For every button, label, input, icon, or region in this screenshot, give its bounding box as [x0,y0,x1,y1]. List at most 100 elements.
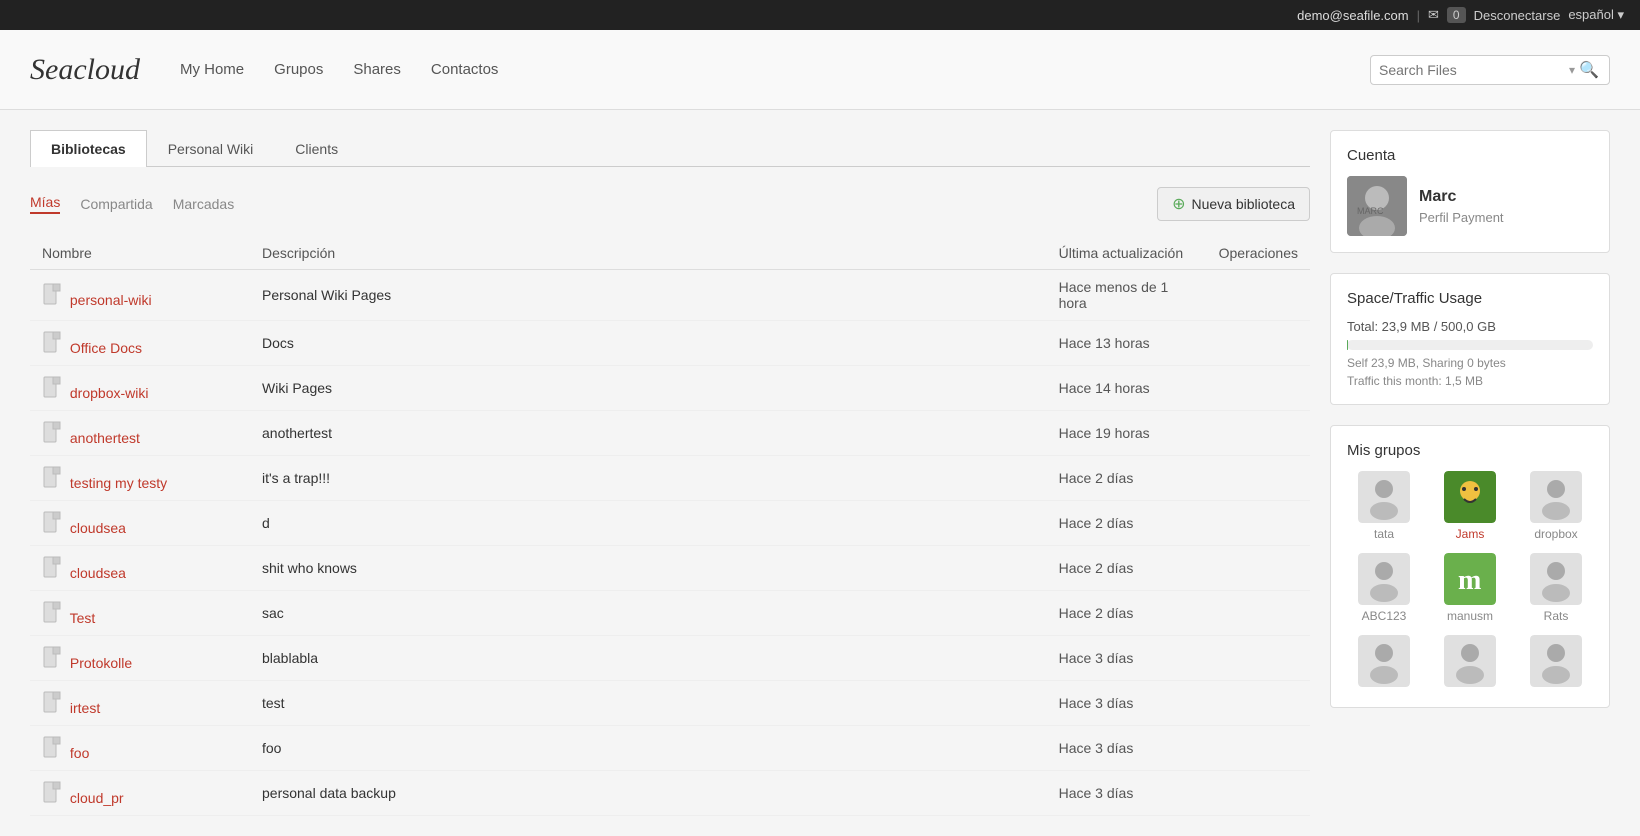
cell-name: irtest [30,681,250,726]
group-avatar [1358,553,1410,605]
search-input[interactable] [1379,62,1569,78]
group-item[interactable]: tata [1347,471,1421,541]
group-name: tata [1374,527,1394,541]
main-nav: My Home Grupos Shares Contactos [180,57,1330,82]
cell-updated: Hace 14 horas [1047,366,1207,411]
file-icon [42,282,62,306]
language-selector[interactable]: español ▾ [1568,7,1624,23]
group-avatar [1444,471,1496,523]
library-link[interactable]: testing my testy [70,475,167,491]
cell-operations [1207,591,1310,636]
logo[interactable]: Seacloud [30,53,140,87]
table-row: personal-wiki Personal Wiki Pages Hace m… [30,270,1310,321]
file-icon [42,330,62,354]
content-area: Bibliotecas Personal Wiki Clients Mías C… [30,130,1310,816]
file-icon [42,780,62,804]
cell-desc: Wiki Pages [250,366,1047,411]
table-row: Protokolle blablabla Hace 3 días [30,636,1310,681]
logout-link[interactable]: Desconectarse [1474,8,1561,23]
mail-icon[interactable]: ✉ [1428,7,1439,23]
group-item[interactable]: m manusm [1433,553,1507,623]
group-name: Rats [1544,609,1569,623]
tab-personal-wiki[interactable]: Personal Wiki [147,130,275,167]
col-header-desc: Descripción [250,237,1047,270]
user-info: MARC Marc Perfil Payment [1347,176,1593,236]
nav-shares[interactable]: Shares [353,57,401,82]
search-icon[interactable]: 🔍 [1579,60,1599,80]
cell-desc: test [250,681,1047,726]
file-icon [42,465,62,489]
group-item[interactable] [1433,635,1507,691]
cell-name: cloudsea [30,501,250,546]
cell-desc: Personal Wiki Pages [250,270,1047,321]
new-library-button[interactable]: ⊕ Nueva biblioteca [1157,187,1310,221]
library-link[interactable]: personal-wiki [70,292,152,308]
file-icon [42,600,62,624]
file-icon [42,690,62,714]
new-library-label: Nueva biblioteca [1191,196,1295,212]
library-link[interactable]: cloudsea [70,520,126,536]
subnav: Mías Compartida Marcadas ⊕ Nueva bibliot… [30,187,1310,221]
group-avatar [1530,553,1582,605]
group-item[interactable]: Jams [1433,471,1507,541]
cell-name: cloudsea [30,546,250,591]
subnav-compartida[interactable]: Compartida [80,196,152,212]
cell-desc: personal data backup [250,771,1047,816]
library-link[interactable]: Test [70,610,96,626]
nav-my-home[interactable]: My Home [180,57,244,82]
file-icon [42,420,62,444]
cell-name: personal-wiki [30,270,250,321]
library-link[interactable]: dropbox-wiki [70,385,149,401]
cell-name: dropbox-wiki [30,366,250,411]
library-table: Nombre Descripción Última actualización … [30,237,1310,816]
nav-grupos[interactable]: Grupos [274,57,323,82]
cell-updated: Hace 3 días [1047,681,1207,726]
group-item[interactable] [1519,635,1593,691]
group-avatar [1358,635,1410,687]
table-row: anothertest anothertest Hace 19 horas [30,411,1310,456]
group-avatar [1444,635,1496,687]
library-link[interactable]: anothertest [70,430,140,446]
cell-desc: d [250,501,1047,546]
group-name: manusm [1447,609,1493,623]
account-card: Cuenta MARC Marc Perfil Payment [1330,130,1610,253]
file-icon [42,735,62,759]
search-dropdown-icon[interactable]: ▾ [1569,63,1575,77]
library-link[interactable]: foo [70,745,89,761]
cell-desc: sac [250,591,1047,636]
user-profile-link[interactable]: Perfil Payment [1419,210,1504,225]
library-link[interactable]: Protokolle [70,655,132,671]
table-row: testing my testy it's a trap!!! Hace 2 d… [30,456,1310,501]
account-title: Cuenta [1347,147,1593,164]
table-row: cloudsea shit who knows Hace 2 días [30,546,1310,591]
group-item[interactable]: dropbox [1519,471,1593,541]
library-link[interactable]: Office Docs [70,340,142,356]
svg-text:m: m [1458,565,1481,596]
cell-operations [1207,636,1310,681]
cell-desc: it's a trap!!! [250,456,1047,501]
usage-traffic: Traffic this month: 1,5 MB [1347,374,1593,388]
user-avatar: MARC [1347,176,1407,236]
space-title: Space/Traffic Usage [1347,290,1593,307]
group-avatar [1530,635,1582,687]
group-item[interactable]: ABC123 [1347,553,1421,623]
tab-clients[interactable]: Clients [274,130,359,167]
user-details: Marc Perfil Payment [1419,188,1504,225]
library-link[interactable]: cloudsea [70,565,126,581]
nav-contactos[interactable]: Contactos [431,57,499,82]
cell-operations [1207,501,1310,546]
cell-operations [1207,771,1310,816]
group-item[interactable] [1347,635,1421,691]
library-link[interactable]: cloud_pr [70,790,124,806]
subnav-marcadas[interactable]: Marcadas [173,196,234,212]
col-header-ops: Operaciones [1207,237,1310,270]
group-item[interactable]: Rats [1519,553,1593,623]
space-card: Space/Traffic Usage Total: 23,9 MB / 500… [1330,273,1610,405]
tab-bibliotecas[interactable]: Bibliotecas [30,130,147,167]
cell-operations [1207,546,1310,591]
groups-grid: tata Jams dropbox ABC123 m manusm [1347,471,1593,691]
subnav-mias[interactable]: Mías [30,194,60,214]
file-icon [42,645,62,669]
plus-icon: ⊕ [1172,194,1185,214]
library-link[interactable]: irtest [70,700,100,716]
